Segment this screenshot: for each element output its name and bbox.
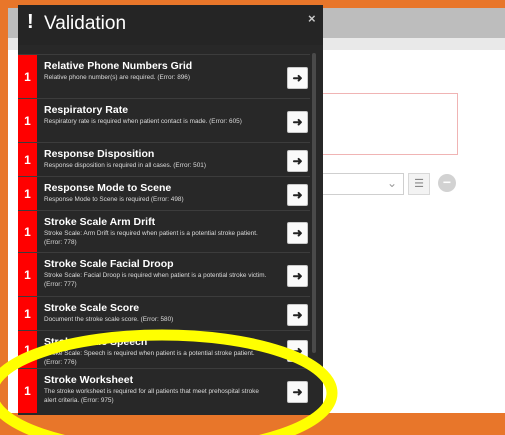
validation-item: 1 Response Mode to Scene Response Mode t… — [18, 176, 310, 211]
scrollbar[interactable] — [312, 53, 316, 353]
item-description: Response Mode to Scene is required (Erro… — [44, 196, 184, 203]
list-icon[interactable]: ☰ — [408, 173, 430, 195]
error-count-badge: 1 — [18, 253, 37, 297]
error-count-badge: 1 — [18, 55, 37, 99]
item-title: Stroke Scale Facial Droop — [44, 258, 174, 270]
validation-item: 1 Relative Phone Numbers Grid Relative p… — [18, 54, 310, 99]
background-dropdown[interactable]: ⌄ — [312, 173, 404, 195]
go-to-field-button[interactable]: ➜ — [287, 150, 308, 172]
background-textarea[interactable] — [312, 93, 458, 155]
item-title: Relative Phone Numbers Grid — [44, 60, 193, 72]
go-to-field-button[interactable]: ➜ — [287, 67, 308, 89]
item-title: Stroke Scale Arm Drift — [44, 216, 156, 228]
item-description: Response disposition is required in all … — [44, 162, 206, 169]
remove-icon[interactable]: − — [438, 174, 456, 192]
item-description: Relative phone number(s) are required. (… — [44, 74, 190, 81]
dialog-header: ! Validation × — [18, 5, 323, 45]
go-to-field-button[interactable]: ➜ — [287, 184, 308, 206]
error-count-badge: 1 — [18, 143, 37, 177]
validation-item: 1 Response Disposition Response disposit… — [18, 142, 310, 177]
error-count-badge: 1 — [18, 177, 37, 211]
go-to-field-button[interactable]: ➜ — [287, 265, 308, 287]
error-count-badge: 1 — [18, 99, 37, 143]
validation-item: 1 Respiratory Rate Respiratory rate is r… — [18, 98, 310, 143]
exclamation-icon: ! — [27, 11, 34, 33]
error-count-badge: 1 — [18, 211, 37, 253]
validation-item: 1 Stroke Scale Arm Drift Stroke Scale: A… — [18, 210, 310, 253]
item-description: Stroke Scale: Facial Droop is required w… — [44, 272, 267, 288]
item-title: Stroke Scale Score — [44, 302, 140, 314]
highlight-ellipse — [0, 329, 338, 435]
item-description: Respiratory rate is required when patien… — [44, 118, 242, 125]
item-title: Respiratory Rate — [44, 104, 129, 116]
go-to-field-button[interactable]: ➜ — [287, 111, 308, 133]
dialog-title: Validation — [44, 13, 127, 34]
validation-item: 1 Stroke Scale Facial Droop Stroke Scale… — [18, 252, 310, 297]
item-description: Stroke Scale: Arm Drift is required when… — [44, 230, 258, 246]
item-title: Response Disposition — [44, 148, 155, 160]
chevron-down-icon: ⌄ — [386, 176, 398, 190]
go-to-field-button[interactable]: ➜ — [287, 222, 308, 244]
item-title: Response Mode to Scene — [44, 182, 172, 194]
close-icon[interactable]: × — [308, 11, 316, 26]
